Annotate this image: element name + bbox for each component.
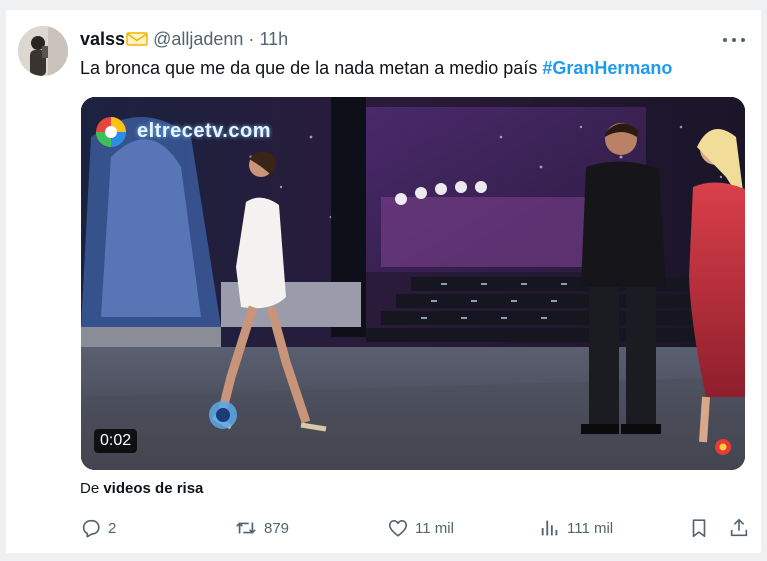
reply-count: 2	[108, 519, 117, 537]
tweet-body: La bronca que me da que de la nada metan…	[80, 58, 543, 78]
media-source: De videos de risa	[80, 480, 203, 498]
retweet-count: 879	[264, 519, 290, 537]
more-icon[interactable]	[721, 32, 747, 48]
tweet-header: valss @alljadenn · 11h	[80, 28, 288, 50]
views-count: 111 mil	[567, 519, 614, 537]
views-button[interactable]: 111 mil	[539, 514, 613, 542]
reply-button[interactable]: 2	[80, 514, 116, 542]
like-button[interactable]: 11 mil	[387, 514, 454, 542]
bookmark-icon	[692, 519, 706, 538]
video-player[interactable]: eltrecetv.com 0:02	[81, 97, 745, 470]
hashtag-link[interactable]: #GranHermano	[542, 58, 672, 78]
retweet-icon	[236, 522, 256, 534]
separator-dot: ·	[248, 29, 255, 49]
video-frame	[81, 97, 745, 470]
like-icon	[388, 520, 408, 537]
source-prefix: De	[80, 480, 104, 497]
bookmark-button[interactable]	[688, 514, 716, 542]
channel-logo-icon	[96, 117, 126, 147]
user-handle[interactable]: @alljadenn	[153, 29, 243, 49]
share-icon	[730, 518, 748, 537]
display-name[interactable]: valss	[80, 29, 125, 49]
source-link[interactable]: videos de risa	[103, 480, 203, 497]
retweet-button[interactable]: 879	[234, 514, 289, 542]
like-count: 11 mil	[415, 519, 454, 537]
channel-logo-text: eltrecetv.com	[137, 120, 271, 142]
reply-icon	[82, 519, 100, 538]
avatar-image	[18, 26, 68, 76]
timestamp[interactable]: 11h	[259, 29, 288, 49]
tweet-card[interactable]: valss @alljadenn · 11h La bronca que me …	[6, 10, 761, 553]
video-duration: 0:02	[94, 429, 138, 453]
share-button[interactable]	[728, 514, 756, 542]
action-bar: 2 879 11 mil 111 mil	[80, 514, 750, 544]
avatar[interactable]	[18, 26, 68, 76]
envelope-emoji-icon	[126, 32, 148, 46]
tweet-text: La bronca que me da que de la nada metan…	[80, 56, 672, 80]
views-icon	[541, 520, 558, 536]
